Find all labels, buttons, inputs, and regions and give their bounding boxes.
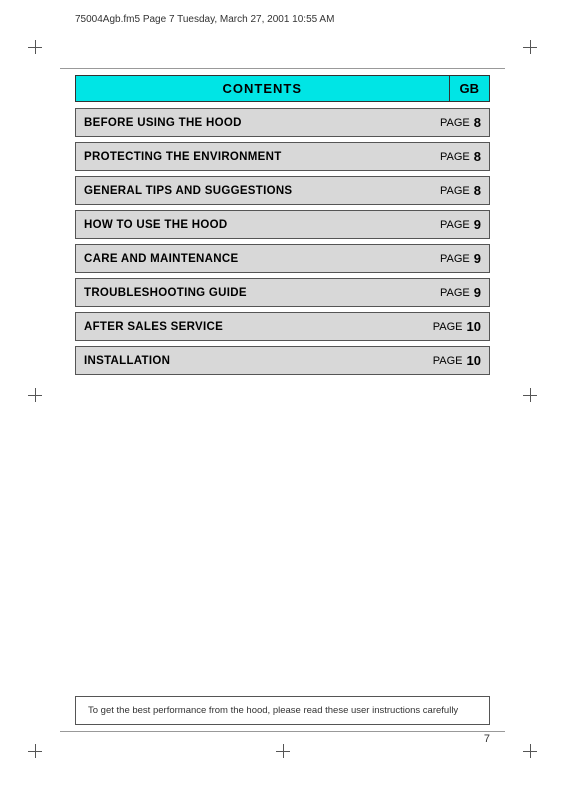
toc-page: PAGE 8 (419, 143, 489, 170)
toc-label: CARE AND MAINTENANCE (76, 245, 419, 272)
crosshair-bottom-right (523, 744, 537, 758)
page-text: PAGE (440, 151, 470, 163)
file-info: 75004Agb.fm5 Page 7 Tuesday, March 27, 2… (75, 14, 334, 25)
page-num: 10 (467, 353, 481, 368)
crosshair-top-right (523, 40, 537, 54)
toc-row: GENERAL TIPS AND SUGGESTIONSPAGE 8 (75, 176, 490, 205)
toc-page: PAGE 8 (419, 177, 489, 204)
page-num: 8 (474, 183, 481, 198)
toc-row: HOW TO USE THE HOODPAGE 9 (75, 210, 490, 239)
page-text: PAGE (440, 287, 470, 299)
bottom-note: To get the best performance from the hoo… (75, 696, 490, 725)
page-text: PAGE (440, 253, 470, 265)
page-num: 10 (467, 319, 481, 334)
toc-row: TROUBLESHOOTING GUIDEPAGE 9 (75, 278, 490, 307)
toc-label: TROUBLESHOOTING GUIDE (76, 279, 419, 306)
page-text: PAGE (433, 355, 463, 367)
page: 75004Agb.fm5 Page 7 Tuesday, March 27, 2… (0, 0, 565, 800)
toc-label: INSTALLATION (76, 347, 419, 374)
toc-container: BEFORE USING THE HOODPAGE 8PROTECTING TH… (75, 108, 490, 375)
crosshair-bottom-left (28, 744, 42, 758)
contents-gb: GB (449, 75, 491, 102)
bottom-rule (60, 731, 505, 732)
toc-row: PROTECTING THE ENVIRONMENTPAGE 8 (75, 142, 490, 171)
crosshair-mid-right (523, 388, 537, 402)
toc-page: PAGE 9 (419, 279, 489, 306)
page-num: 8 (474, 149, 481, 164)
toc-page: PAGE 10 (419, 347, 489, 374)
toc-row: BEFORE USING THE HOODPAGE 8 (75, 108, 490, 137)
page-text: PAGE (440, 117, 470, 129)
toc-label: BEFORE USING THE HOOD (76, 109, 419, 136)
page-text: PAGE (433, 321, 463, 333)
contents-header: CONTENTS GB (75, 75, 490, 102)
page-num: 9 (474, 251, 481, 266)
toc-row: AFTER SALES SERVICEPAGE 10 (75, 312, 490, 341)
page-num: 8 (474, 115, 481, 130)
toc-page: PAGE 8 (419, 109, 489, 136)
contents-title: CONTENTS (75, 75, 449, 102)
crosshair-top-left (28, 40, 42, 54)
top-rule (60, 68, 505, 69)
toc-label: AFTER SALES SERVICE (76, 313, 419, 340)
page-number: 7 (484, 733, 490, 745)
toc-page: PAGE 9 (419, 245, 489, 272)
crosshair-bottom-center (276, 744, 290, 758)
content-area: CONTENTS GB BEFORE USING THE HOODPAGE 8P… (75, 75, 490, 380)
toc-row: CARE AND MAINTENANCEPAGE 9 (75, 244, 490, 273)
page-num: 9 (474, 217, 481, 232)
crosshair-mid-left (28, 388, 42, 402)
toc-label: GENERAL TIPS AND SUGGESTIONS (76, 177, 419, 204)
toc-row: INSTALLATIONPAGE 10 (75, 346, 490, 375)
toc-page: PAGE 9 (419, 211, 489, 238)
toc-page: PAGE 10 (419, 313, 489, 340)
page-num: 9 (474, 285, 481, 300)
page-text: PAGE (440, 219, 470, 231)
toc-label: PROTECTING THE ENVIRONMENT (76, 143, 419, 170)
toc-label: HOW TO USE THE HOOD (76, 211, 419, 238)
page-text: PAGE (440, 185, 470, 197)
